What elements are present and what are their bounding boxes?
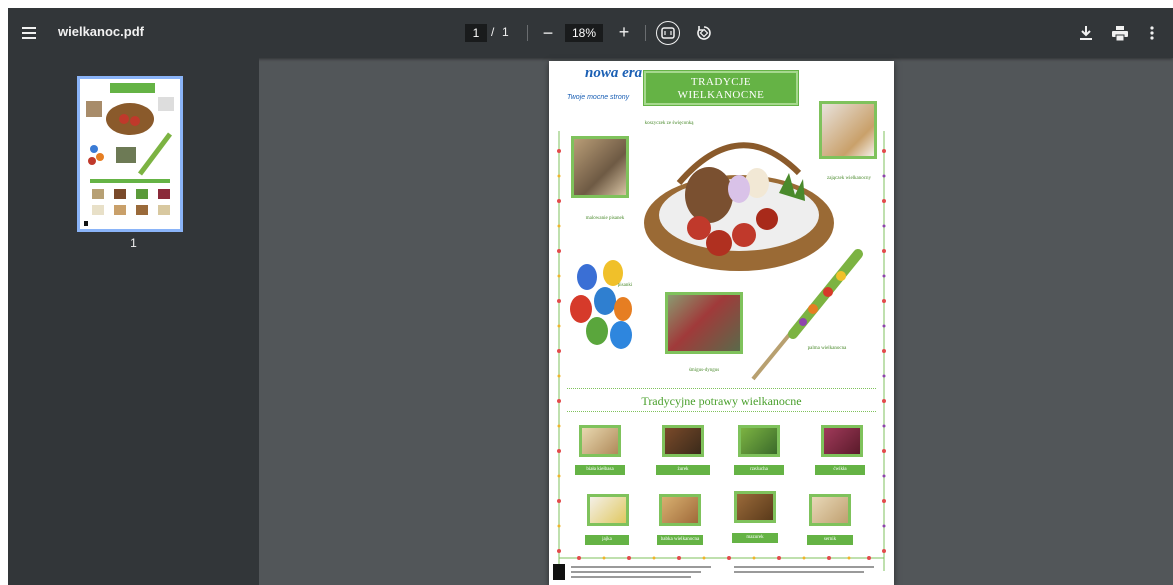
document-title: wielkanoc.pdf	[58, 24, 144, 39]
caption-dyngus: śmigus-dyngus	[688, 368, 720, 373]
publisher-logo: nowa era	[585, 65, 643, 81]
section-title: Tradycyjne potrawy wielkanocne	[641, 394, 802, 408]
folk-border-left	[557, 131, 561, 571]
footer-fine-print	[571, 566, 711, 568]
caption-painting: malowanie pisanek	[585, 216, 625, 221]
food-photo	[587, 494, 629, 526]
toolbar: wielkanoc.pdf 1 / 1 − 18% +	[8, 8, 1173, 58]
footer-fine-print	[571, 576, 691, 578]
caption-palm: palma wielkanocna	[807, 346, 847, 351]
food-label: biała kiełbasa	[575, 465, 625, 475]
poster-title-line1: TRADYCJE	[690, 76, 752, 88]
pisanki-illustration	[570, 260, 632, 349]
folk-border-bottom	[559, 556, 884, 560]
food-photo	[662, 425, 704, 457]
folk-border-right	[882, 131, 886, 571]
zoom-in-button[interactable]: +	[614, 21, 634, 43]
poster-title: TRADYCJE WIELKANOCNE	[643, 70, 799, 106]
food-photo	[579, 425, 621, 457]
thumbnail-page-number: 1	[130, 236, 137, 250]
page-separator: /	[491, 25, 495, 39]
publisher-tagline: Twoje mocne strony	[567, 94, 630, 101]
footer-logo	[553, 564, 565, 580]
download-icon[interactable]	[1074, 21, 1098, 45]
food-photo	[659, 494, 701, 526]
footer-fine-print	[734, 566, 874, 568]
photo-bunny	[819, 101, 877, 159]
food-label: babka wielkanocna	[657, 535, 703, 545]
total-pages: 1	[502, 25, 509, 39]
palm-illustration	[751, 249, 863, 381]
pdf-page: nowa era Twoje mocne strony TRADYCJE WIE…	[549, 61, 894, 585]
divider	[645, 25, 646, 41]
print-icon[interactable]	[1108, 21, 1132, 45]
food-label: jajka	[585, 535, 629, 545]
caption-bunny: zajączek wielkanocny	[826, 176, 871, 181]
current-page-input[interactable]: 1	[465, 24, 487, 42]
food-label: mazurek	[732, 533, 778, 543]
food-photo	[738, 425, 780, 457]
photo-painting-eggs	[571, 136, 629, 198]
more-vertical-icon[interactable]	[1144, 21, 1160, 45]
food-photo	[734, 491, 776, 523]
photo-dyngus	[665, 292, 743, 354]
food-label: sernik	[807, 535, 853, 545]
poster-title-line2: WIELKANOCNE	[677, 89, 765, 101]
thumbnail-sidebar: 1	[8, 58, 259, 585]
caption-eggs: pisanki	[617, 283, 633, 288]
food-label: rzeżucha	[734, 465, 784, 475]
page-thumbnail[interactable]	[77, 76, 183, 232]
caption-basket: koszyczek ze święconką	[644, 121, 694, 126]
zoom-out-button[interactable]: −	[538, 22, 558, 44]
section-divider	[567, 388, 876, 389]
fit-to-page-icon[interactable]	[656, 21, 680, 45]
food-photo	[809, 494, 851, 526]
food-label: żurek	[656, 465, 710, 475]
rotate-icon[interactable]	[692, 21, 716, 45]
pdf-viewer: wielkanoc.pdf 1 / 1 − 18% + 1 nowa era T…	[8, 8, 1173, 585]
zoom-level-input[interactable]: 18%	[565, 24, 603, 42]
section-divider	[567, 411, 876, 412]
menu-icon[interactable]	[18, 21, 42, 45]
divider	[527, 25, 528, 41]
food-photo	[821, 425, 863, 457]
footer-fine-print	[734, 571, 864, 573]
footer-fine-print	[571, 571, 701, 573]
food-label: ćwikła	[815, 465, 865, 475]
